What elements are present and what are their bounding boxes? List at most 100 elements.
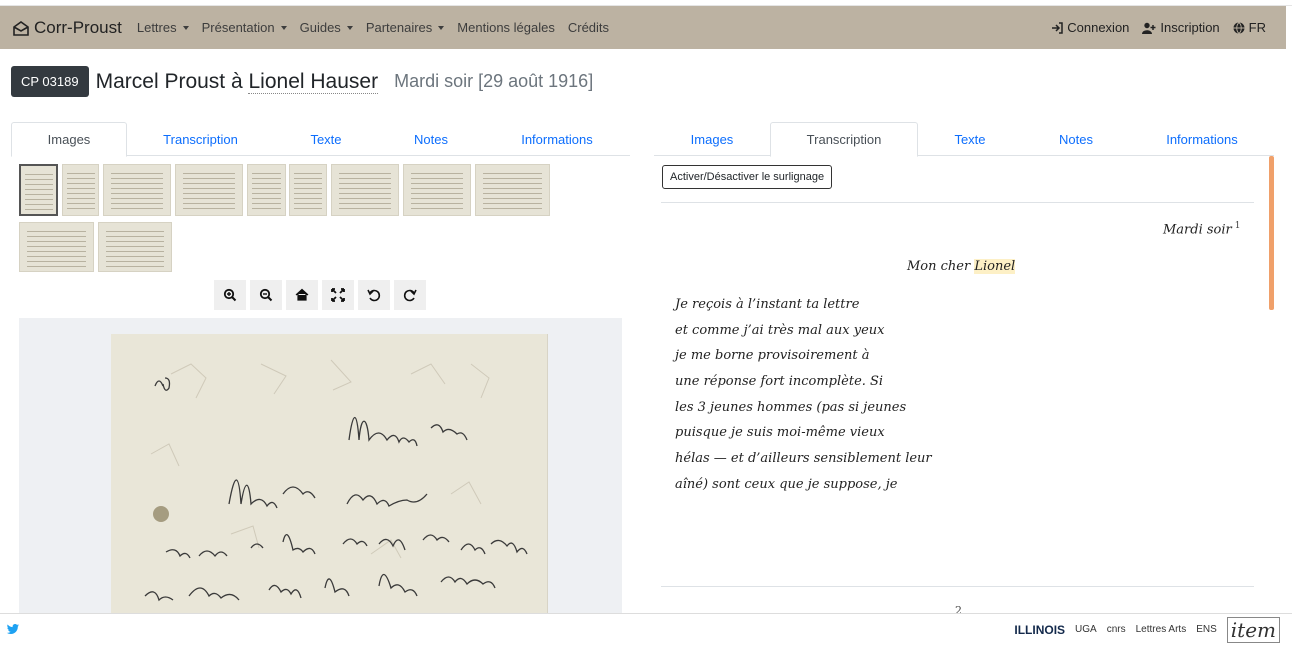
letter-id-badge: CP 03189 <box>11 66 89 97</box>
partner-logo[interactable]: item <box>1226 616 1280 643</box>
manuscript-page-image <box>111 334 547 613</box>
transcription-line: puisque je suis moi-même vieux <box>675 425 885 441</box>
fullscreen-button[interactable] <box>322 280 354 310</box>
highlighted-name[interactable]: Lionel <box>974 259 1016 274</box>
partner-logo[interactable]: ILLINOIS <box>1014 623 1065 637</box>
transcription-body: Je reçois à l’instant ta lettre et comme … <box>675 295 932 501</box>
site-brand[interactable]: Corr-Proust <box>12 18 122 38</box>
left-tabs-0[interactable]: Images <box>11 122 127 157</box>
transcription-divider-top <box>661 202 1254 203</box>
transcription-divider-bottom <box>661 586 1254 587</box>
right-tabs-0[interactable]: Images <box>654 122 770 156</box>
page-thumbnail[interactable] <box>62 164 99 216</box>
nav-item-4[interactable]: Mentions légales <box>457 20 555 35</box>
transcription-line: une réponse fort incomplète. Si <box>675 374 884 390</box>
caret-down-icon <box>346 25 353 30</box>
signup-label: Inscription <box>1160 20 1220 35</box>
nav-item-2[interactable]: Guides <box>300 20 353 35</box>
globe-icon <box>1233 21 1245 34</box>
letter-date: Mardi soir [29 août 1916] <box>394 71 594 91</box>
sign-in-icon <box>1052 21 1063 34</box>
login-link[interactable]: Connexion <box>1051 20 1129 35</box>
title-prefix: Marcel Proust à <box>95 69 249 93</box>
nav-item-0[interactable]: Lettres <box>137 20 189 35</box>
image-viewer[interactable] <box>19 318 622 613</box>
letter-header: CP 03189 Marcel Proust à Lionel Hauser M… <box>11 66 593 97</box>
transcription-line: hélas — et d’ailleurs sensiblement leur <box>675 451 932 467</box>
right-tabs-3[interactable]: Notes <box>1022 122 1130 156</box>
page-thumbnail[interactable] <box>19 222 94 272</box>
fullscreen-icon <box>331 288 345 302</box>
nav-item-label: Crédits <box>567 20 610 35</box>
nav-item-label: Mentions légales <box>457 20 555 35</box>
login-label: Connexion <box>1067 20 1130 35</box>
partner-logos: ILLINOIS UGA cnrs Lettres Arts ENS item <box>1004 614 1280 645</box>
left-panel-tabs: Images Transcription Texte Notes Information… <box>11 122 630 157</box>
partner-logo[interactable]: ENS <box>1196 624 1217 635</box>
caret-down-icon <box>280 25 287 30</box>
user-plus-icon <box>1142 22 1156 34</box>
rotate-right-icon <box>403 289 417 302</box>
left-tabs-1[interactable]: Transcription <box>127 122 274 156</box>
nav-item-label: Lettres <box>136 20 177 35</box>
left-tabs-3[interactable]: Notes <box>378 122 484 156</box>
zoom-out-icon <box>259 288 273 302</box>
right-panel-tabs: Images Transcription Texte Notes Information… <box>654 122 1274 157</box>
transcription-line: aîné) sont ceux que je suppose, je <box>675 476 898 492</box>
home-button[interactable] <box>286 280 318 310</box>
partner-logo[interactable]: UGA <box>1075 624 1097 635</box>
salutation-prefix: Mon cher <box>907 259 975 274</box>
page-thumbnail[interactable] <box>175 164 243 216</box>
transcription-salutation: Mon cher Lionel <box>907 259 1016 274</box>
rotate-left-button[interactable] <box>358 280 390 310</box>
nav-item-3[interactable]: Partenaires <box>365 20 445 35</box>
rotate-left-icon <box>367 289 381 302</box>
envelope-open-icon <box>13 20 29 36</box>
zoom-in-button[interactable] <box>214 280 246 310</box>
transcription-date: Mardi soir 1 <box>1163 221 1241 237</box>
language-selector[interactable]: FR <box>1233 20 1266 35</box>
transcription-line: et comme j’ai très mal aux yeux <box>675 322 885 338</box>
main-menu: Lettres Présentation Guides Partenaires Ment… <box>137 20 622 35</box>
transcription-line: je me borne provisoirement à <box>675 348 870 364</box>
page-thumbnail[interactable] <box>475 164 550 216</box>
nav-item-label: Guides <box>299 20 341 35</box>
signup-link[interactable]: Inscription <box>1142 20 1220 35</box>
partner-logo[interactable]: Lettres Arts <box>1136 624 1187 635</box>
page-thumbnail[interactable] <box>98 222 172 272</box>
highlight-toggle-button[interactable]: Activer/Désactiver le surlignage <box>662 165 833 189</box>
caret-down-icon <box>182 25 189 30</box>
transcription-line: Je reçois à l’instant ta lettre <box>675 297 860 312</box>
rotate-right-button[interactable] <box>394 280 426 310</box>
nav-item-label: Partenaires <box>365 20 433 35</box>
right-tabs-4[interactable]: Informations <box>1130 122 1274 156</box>
page-thumbnail[interactable] <box>247 164 286 216</box>
caret-down-icon <box>438 25 445 30</box>
right-tabs-2[interactable]: Texte <box>918 122 1022 156</box>
right-tabs-1[interactable]: Transcription <box>770 122 918 157</box>
home-icon <box>295 288 309 301</box>
transcription-date-text: Mardi soir <box>1163 222 1232 238</box>
nav-item-1[interactable]: Présentation <box>202 20 287 35</box>
page-thumbnail[interactable] <box>331 164 399 216</box>
page-thumbnail[interactable] <box>19 164 58 216</box>
brand-label: Corr-Proust <box>34 17 122 37</box>
left-tabs-4[interactable]: Informations <box>484 122 630 156</box>
user-menu: Connexion Inscription FR <box>1038 20 1266 35</box>
recipient-link[interactable]: Lionel Hauser <box>248 69 379 94</box>
page-thumbnail[interactable] <box>403 164 471 216</box>
letter-title: Marcel Proust à Lionel Hauser <box>95 69 379 94</box>
footnote-ref[interactable]: 1 <box>1235 221 1241 231</box>
viewer-toolbar <box>214 280 430 310</box>
nav-item-5[interactable]: Crédits <box>568 20 609 35</box>
transcription-scrollbar[interactable] <box>1269 156 1274 310</box>
nav-item-label: Présentation <box>201 20 275 35</box>
left-tabs-2[interactable]: Texte <box>274 122 378 156</box>
zoom-in-icon <box>223 288 237 302</box>
zoom-out-button[interactable] <box>250 280 282 310</box>
page-thumbnail[interactable] <box>289 164 327 216</box>
partner-logo[interactable]: cnrs <box>1107 624 1126 635</box>
top-navbar: Corr-Proust Lettres Présentation Guides Par… <box>0 6 1286 49</box>
twitter-icon[interactable] <box>7 621 19 639</box>
page-thumbnail[interactable] <box>103 164 171 216</box>
